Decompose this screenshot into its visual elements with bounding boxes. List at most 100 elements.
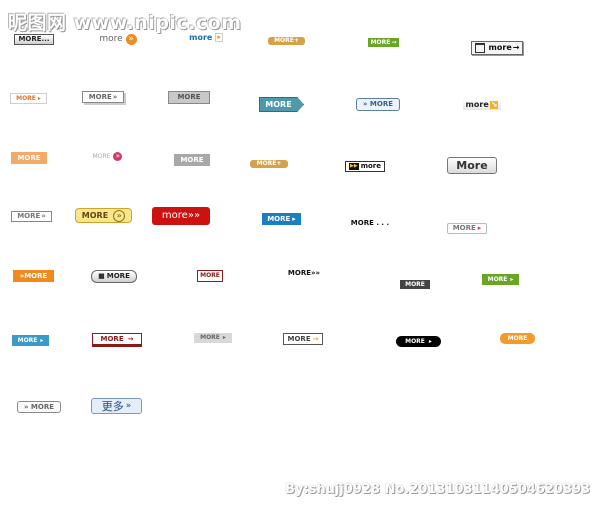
more-button-29[interactable]: MORE — [400, 280, 430, 289]
more-button-32[interactable]: MORE → — [92, 333, 142, 347]
more-label: MORE — [81, 210, 109, 220]
arrow-icon: ▸ — [40, 336, 44, 344]
more-button-25[interactable]: »MORE — [13, 270, 54, 282]
more-label: MORE — [200, 272, 220, 279]
arrow-icon: ▸ — [215, 33, 223, 42]
more-button-28[interactable]: MORE»» — [285, 268, 323, 278]
more-label: MORE — [177, 93, 201, 101]
more-button-20[interactable]: MORE » — [75, 208, 132, 223]
more-label: MORE — [180, 155, 204, 164]
more-label: more — [360, 162, 381, 170]
more-label: more — [488, 43, 512, 52]
more-button-24[interactable]: MORE ▸ — [447, 223, 487, 234]
more-label: MORE — [16, 94, 36, 102]
more-label: MORE — [17, 153, 41, 162]
arrow-icon: ▸ — [428, 337, 432, 345]
arrow-icon: ▸ — [477, 224, 482, 232]
more-label: more»» — [161, 210, 201, 221]
more-button-5[interactable]: MORE → — [368, 38, 399, 47]
more-button-12[interactable]: more ↘ — [463, 99, 501, 110]
more-button-10[interactable]: MORE — [259, 97, 304, 112]
more-button-30[interactable]: MORE ▸ — [482, 274, 519, 285]
more-label: MORE — [106, 272, 130, 280]
double-chevron-icon: » — [125, 400, 132, 411]
more-label: MORE — [507, 334, 528, 342]
more-button-38[interactable]: 更多 » — [91, 398, 142, 414]
more-label: MORE . . . — [350, 218, 390, 227]
arrow-icon: ▸ — [222, 334, 226, 341]
more-button-17[interactable]: ▶▶ more — [345, 161, 385, 172]
arrow-icon: ▸ — [510, 275, 514, 283]
image-credit: By:shujj0928 No.20131031140504620393 — [285, 482, 591, 497]
more-button-33[interactable]: MORE ▸ — [194, 333, 232, 343]
more-button-35[interactable]: MORE ▸ — [396, 336, 441, 347]
more-label: MORE — [287, 334, 311, 343]
more-button-31[interactable]: MORE ▸ — [12, 335, 49, 346]
double-arrow-icon: ▶▶ — [348, 163, 359, 170]
more-button-4[interactable]: MORE+ — [268, 37, 305, 45]
more-button-18[interactable]: More — [447, 157, 497, 174]
more-label: More — [456, 159, 488, 172]
more-button-3[interactable]: more ▸ — [188, 32, 224, 43]
site-watermark: 昵图网 www.nipic.com — [8, 12, 242, 34]
square-icon: ■ — [98, 272, 105, 280]
more-label: MORE — [405, 280, 425, 288]
more-button-21[interactable]: more»» — [152, 207, 210, 225]
more-button-19[interactable]: MORE » — [11, 211, 52, 222]
more-label: MORE — [200, 334, 220, 341]
double-chevron-icon: » — [113, 209, 126, 222]
more-label: MORE — [88, 92, 112, 101]
more-label: MORE — [405, 337, 425, 345]
more-button-15[interactable]: MORE — [174, 154, 210, 166]
more-button-23[interactable]: MORE . . . — [347, 218, 393, 228]
double-chevron-icon: » — [41, 212, 46, 220]
more-button-13[interactable]: MORE — [11, 152, 47, 164]
arrow-icon: → — [312, 334, 319, 343]
more-label: MORE — [487, 275, 508, 283]
more-label: MORE — [452, 224, 476, 232]
more-button-34[interactable]: MORE → — [283, 333, 323, 345]
more-button-26[interactable]: ■ MORE — [91, 270, 137, 283]
more-label: MORE — [17, 336, 38, 344]
more-label: MORE — [267, 214, 291, 223]
more-button-16[interactable]: MORE+ — [250, 160, 288, 168]
more-label: MORE — [92, 152, 111, 160]
more-button-36[interactable]: MORE — [500, 333, 535, 344]
more-label: »MORE — [19, 271, 48, 280]
more-label: MORE — [265, 99, 292, 109]
more-label: MORE»» — [287, 268, 321, 277]
double-chevron-icon: » — [112, 92, 118, 101]
more-label: 更多 — [101, 399, 124, 413]
more-button-1[interactable]: MORE... — [14, 34, 54, 45]
arrow-icon: → — [391, 38, 397, 46]
arrow-down-right-icon: ↘ — [489, 99, 499, 109]
more-label: more — [99, 34, 123, 44]
more-label: » MORE — [23, 402, 55, 411]
arrow-icon: ▸ — [292, 214, 296, 223]
double-chevron-icon: » — [125, 34, 137, 45]
arrow-icon: » — [113, 152, 123, 161]
more-button-9[interactable]: MORE — [168, 91, 210, 104]
more-button-6[interactable]: more → — [471, 41, 523, 55]
more-button-7[interactable]: MORE ▸ — [10, 93, 47, 104]
more-button-37[interactable]: » MORE — [17, 401, 61, 413]
more-label: » MORE — [362, 100, 394, 108]
more-label: MORE — [100, 334, 124, 343]
more-button-22[interactable]: MORE ▸ — [262, 213, 301, 225]
more-button-8[interactable]: MORE » — [82, 91, 124, 103]
more-button-27[interactable]: MORE — [197, 270, 223, 282]
window-icon — [474, 43, 485, 53]
more-label: MORE+ — [274, 37, 299, 44]
more-label: MORE... — [18, 35, 50, 43]
more-button-11[interactable]: » MORE — [356, 98, 400, 111]
arrow-icon: → — [127, 334, 134, 343]
more-label: MORE — [370, 38, 391, 46]
more-label: more — [465, 99, 489, 109]
more-button-14[interactable]: MORE » — [89, 151, 126, 162]
more-button-2[interactable]: more » — [97, 33, 139, 46]
more-label: MORE — [17, 212, 41, 220]
more-label: more — [189, 32, 213, 42]
arrow-icon: ▸ — [37, 94, 41, 102]
arrow-icon: → — [512, 43, 520, 52]
more-label: MORE+ — [256, 160, 282, 167]
